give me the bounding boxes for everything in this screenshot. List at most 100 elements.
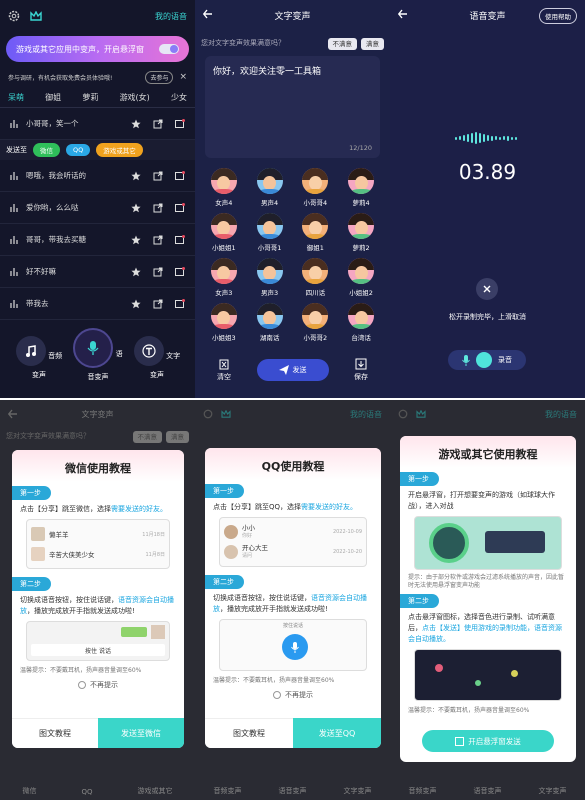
gear-icon[interactable] xyxy=(8,10,20,22)
my-voice-link[interactable]: 我的语音 xyxy=(155,11,187,22)
wave-bar xyxy=(511,136,513,140)
message-badge-icon[interactable] xyxy=(175,118,185,129)
bg-question: 您对文字变声效果满意吗？ xyxy=(6,432,90,440)
send-to-wechat-button[interactable]: 发送至微信 xyxy=(98,718,184,748)
nav-audio-changer[interactable]: 音频变声 xyxy=(14,336,64,380)
voice-option[interactable]: 小哥哥1 xyxy=(247,213,293,252)
page-title: 文字变声 xyxy=(274,11,311,22)
voice-option[interactable]: 男声3 xyxy=(247,258,293,297)
floating-window-toggle[interactable] xyxy=(159,44,179,54)
send-to-qq-button[interactable]: 发送至QQ xyxy=(293,718,381,748)
nav-voice-changer[interactable]: 语音变声 xyxy=(72,328,124,382)
star-icon[interactable] xyxy=(131,171,141,181)
tab-cute[interactable]: 呆萌 xyxy=(8,92,24,103)
voice-option[interactable]: 小哥哥4 xyxy=(293,168,339,207)
floating-window-banner[interactable]: 游戏或其它应用中变声，开启悬浮窗 xyxy=(6,36,189,62)
bg-my-voice: 我的语音 xyxy=(545,409,577,419)
voice-option[interactable]: 女声3 xyxy=(201,258,247,297)
voice-row[interactable]: 哥哥，带我去买糖 xyxy=(0,224,195,256)
avatar-face xyxy=(354,220,368,236)
record-button[interactable]: 录音 xyxy=(448,350,526,370)
tab-girl[interactable]: 少女 xyxy=(171,92,187,103)
voice-option[interactable]: 小姐姐2 xyxy=(338,258,384,297)
tab-loli[interactable]: 萝莉 xyxy=(82,92,98,103)
voice-row[interactable]: 爱你哟，么么哒 xyxy=(0,192,195,224)
voice-option[interactable]: 四川话 xyxy=(293,258,339,297)
share-out-icon[interactable] xyxy=(153,299,163,309)
dont-show-label: 不再提示 xyxy=(90,681,118,689)
tab-yujie[interactable]: 御姐 xyxy=(45,92,61,103)
contact-name: 辛苦大侠美少女 xyxy=(49,551,95,559)
voice-option[interactable]: 萝莉2 xyxy=(338,213,384,252)
dont-show-again[interactable]: 不再提示 xyxy=(12,680,184,690)
save-label: 保存 xyxy=(354,373,368,381)
voice-avatar xyxy=(210,303,237,329)
step2-text: 切换成语音按钮，按住说话键，语音资源会自动播放，播放完成放开手指就发送成功啦! xyxy=(12,595,184,617)
voice-option[interactable]: 萝莉4 xyxy=(338,168,384,207)
share-out-icon[interactable] xyxy=(153,235,163,245)
tutorial-button[interactable]: 图文教程 xyxy=(12,718,98,748)
message-badge-icon[interactable] xyxy=(175,298,185,309)
star-icon[interactable] xyxy=(131,267,141,277)
clear-button[interactable]: 清空 xyxy=(217,358,231,382)
share-qq-button[interactable]: QQ xyxy=(66,144,91,156)
star-icon[interactable] xyxy=(131,119,141,129)
send-button[interactable]: 发送 xyxy=(256,359,329,381)
tab-game-female[interactable]: 游戏(女) xyxy=(120,92,150,103)
voice-option[interactable]: 女声4 xyxy=(201,168,247,207)
avatar-face xyxy=(308,310,322,326)
send-label: 发送 xyxy=(292,366,307,374)
voice-label: 女声4 xyxy=(215,199,233,207)
press-talk-label: 按住说话 xyxy=(282,623,303,629)
voice-row[interactable]: 嗯哦，我会听话的 xyxy=(0,160,195,192)
radio-circle[interactable] xyxy=(273,691,281,699)
cancel-close-icon[interactable] xyxy=(476,278,498,300)
radio-circle[interactable] xyxy=(78,681,86,689)
share-out-icon[interactable] xyxy=(153,203,163,213)
voice-grid: 女声4 男声4 小哥哥4 萝莉4 小姐姐1 小哥哥1 御姐1 萝莉2 女声3 男声3 四川话 小姐姐2… xyxy=(195,158,390,342)
avatar xyxy=(31,547,45,561)
message-badge-icon[interactable] xyxy=(175,266,185,277)
dont-show-again[interactable]: 不再提示 xyxy=(205,690,381,700)
satisfied-button[interactable]: 满意 xyxy=(361,38,384,50)
join-survey-button[interactable]: 去参与 xyxy=(145,70,174,84)
back-arrow-icon[interactable] xyxy=(398,9,408,19)
star-icon[interactable] xyxy=(131,235,141,245)
share-game-button[interactable]: 游戏或其它 xyxy=(96,143,143,157)
voice-avatar xyxy=(210,258,237,284)
close-icon[interactable]: × xyxy=(179,72,187,82)
voice-label: 女声3 xyxy=(215,289,233,297)
nav-text-changer[interactable]: 文字变声 xyxy=(132,336,182,380)
voice-option[interactable]: 男声4 xyxy=(247,168,293,207)
voice-row[interactable]: 小哥哥，笑一个 xyxy=(0,108,195,140)
voice-option[interactable]: 御姐1 xyxy=(293,213,339,252)
game-dot xyxy=(511,670,518,677)
star-icon[interactable] xyxy=(131,299,141,309)
unsatisfied-button[interactable]: 不满意 xyxy=(327,38,357,50)
voice-option[interactable]: 湖南话 xyxy=(247,303,293,342)
voice-option[interactable]: 小哥哥2 xyxy=(293,303,339,342)
voice-option[interactable]: 台湾话 xyxy=(338,303,384,342)
help-button[interactable]: 使用帮助 xyxy=(539,8,577,24)
message-badge-icon[interactable] xyxy=(175,202,185,213)
text-input[interactable]: 你好，欢迎关注零一工具箱 12/120 xyxy=(205,56,380,158)
share-out-icon[interactable] xyxy=(153,171,163,181)
page-title: 语音变声 xyxy=(469,11,506,22)
open-floating-window-button[interactable]: 开启悬浮窗发送 xyxy=(422,730,554,752)
share-out-icon[interactable] xyxy=(153,267,163,277)
tutorial-button[interactable]: 图文教程 xyxy=(205,718,293,748)
save-button[interactable]: 保存 xyxy=(354,358,368,382)
avatar-shirt xyxy=(213,188,235,194)
bg-my-voice: 我的语音 xyxy=(350,409,382,419)
voice-option[interactable]: 小姐姐3 xyxy=(201,303,247,342)
share-out-icon[interactable] xyxy=(153,119,163,129)
share-wechat-button[interactable]: 微信 xyxy=(33,143,60,157)
voice-row[interactable]: 好不好嘛 xyxy=(0,256,195,288)
voice-row[interactable]: 带我去 xyxy=(0,288,195,320)
message-badge-icon[interactable] xyxy=(175,170,185,181)
message-badge-icon[interactable] xyxy=(175,234,185,245)
back-arrow-icon[interactable] xyxy=(203,9,213,19)
crown-icon[interactable] xyxy=(30,11,42,21)
star-icon[interactable] xyxy=(131,203,141,213)
voice-option[interactable]: 小姐姐1 xyxy=(201,213,247,252)
